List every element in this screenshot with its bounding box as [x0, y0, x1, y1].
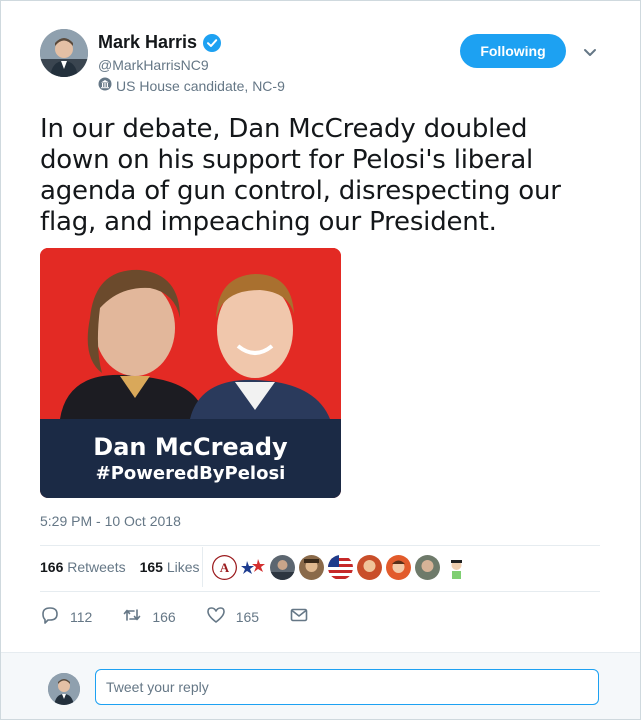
reply-icon: [40, 605, 60, 628]
chevron-down-icon[interactable]: [582, 44, 598, 60]
liker-avatar[interactable]: [444, 555, 469, 580]
reply-count: 112: [70, 608, 93, 625]
tweet-actions: 112 166 165: [40, 605, 339, 628]
like-count: 165: [235, 608, 260, 625]
liker-avatar[interactable]: [357, 555, 382, 580]
engagement-stats: 166 Retweets 165 Likes: [40, 559, 200, 575]
government-building-icon: [98, 77, 112, 94]
author-name-row: Mark Harris: [98, 32, 222, 53]
svg-text:A: A: [220, 560, 230, 575]
author-label-text: US House candidate, NC-9: [116, 77, 285, 94]
retweet-action[interactable]: 166: [122, 605, 176, 628]
liker-avatar[interactable]: [270, 555, 295, 580]
media-caption-title: Dan McCready: [93, 432, 288, 461]
current-user-avatar: [48, 673, 80, 705]
retweet-icon: [122, 605, 142, 628]
tweet-media-image[interactable]: Dan McCready #PoweredByPelosi: [40, 248, 341, 498]
retweets-stat[interactable]: 166 Retweets: [40, 559, 126, 575]
author-handle[interactable]: @MarkHarrisNC9: [98, 57, 209, 73]
stats-separator: [202, 547, 203, 587]
reply-input[interactable]: [95, 669, 599, 705]
liker-avatar[interactable]: [299, 555, 324, 580]
direct-message-action[interactable]: [289, 605, 309, 628]
divider-bottom: [40, 591, 600, 592]
media-caption-hashtag: #PoweredByPelosi: [95, 462, 286, 484]
likes-stat[interactable]: 165 Likes: [140, 559, 200, 575]
reply-action[interactable]: 112: [40, 605, 92, 628]
heart-icon: [206, 605, 226, 628]
likes-label: Likes: [166, 559, 200, 575]
envelope-icon: [289, 605, 309, 628]
liker-avatar[interactable]: [328, 555, 353, 580]
liker-avatars: A: [212, 555, 469, 580]
media-caption-panel: Dan McCready #PoweredByPelosi: [40, 419, 341, 498]
retweets-label: Retweets: [67, 559, 126, 575]
author-name[interactable]: Mark Harris: [98, 32, 197, 53]
retweets-count: 166: [40, 559, 64, 575]
verified-badge-icon: [203, 33, 222, 52]
liker-avatar[interactable]: A: [212, 555, 237, 580]
like-action[interactable]: 165: [206, 605, 259, 628]
divider-top: [40, 545, 600, 546]
author-label: US House candidate, NC-9: [98, 77, 285, 94]
author-avatar[interactable]: [40, 29, 88, 77]
liker-avatar[interactable]: [386, 555, 411, 580]
tweet-text: In our debate, Dan McCready doubled down…: [40, 114, 561, 237]
liker-avatar[interactable]: [415, 555, 440, 580]
likes-count: 165: [139, 559, 163, 575]
liker-avatar[interactable]: [241, 555, 266, 580]
retweet-count: 166: [152, 608, 176, 625]
tweet-timestamp[interactable]: 5:29 PM - 10 Oct 2018: [40, 513, 181, 529]
following-button[interactable]: Following: [460, 34, 566, 68]
